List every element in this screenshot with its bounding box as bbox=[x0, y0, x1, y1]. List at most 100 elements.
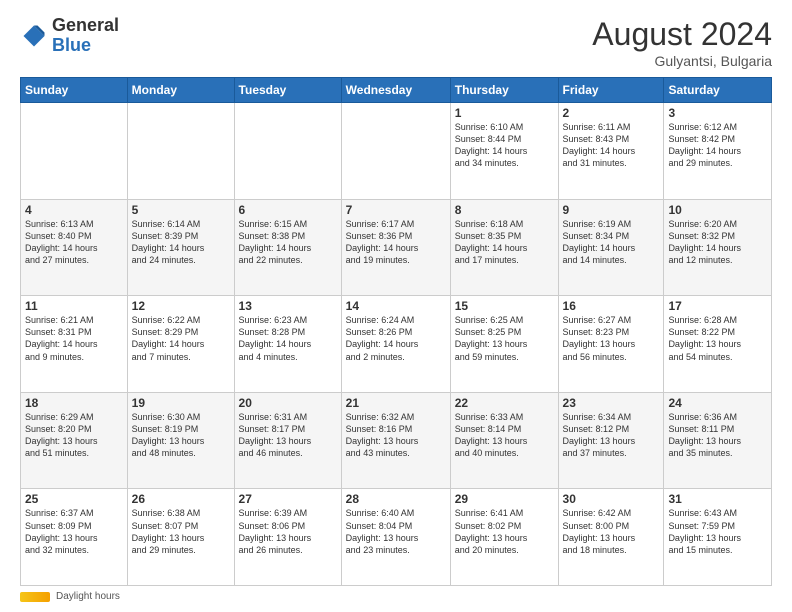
day-number: 28 bbox=[346, 492, 446, 506]
day-info: Sunrise: 6:34 AM Sunset: 8:12 PM Dayligh… bbox=[563, 411, 660, 460]
cal-cell: 17Sunrise: 6:28 AM Sunset: 8:22 PM Dayli… bbox=[664, 296, 772, 393]
day-number: 2 bbox=[563, 106, 660, 120]
logo-blue-text: Blue bbox=[52, 35, 91, 55]
day-number: 21 bbox=[346, 396, 446, 410]
footer-note: Daylight hours bbox=[20, 591, 772, 602]
day-number: 23 bbox=[563, 396, 660, 410]
day-info: Sunrise: 6:38 AM Sunset: 8:07 PM Dayligh… bbox=[132, 507, 230, 556]
day-number: 12 bbox=[132, 299, 230, 313]
day-number: 3 bbox=[668, 106, 767, 120]
day-number: 29 bbox=[455, 492, 554, 506]
day-info: Sunrise: 6:11 AM Sunset: 8:43 PM Dayligh… bbox=[563, 121, 660, 170]
day-info: Sunrise: 6:28 AM Sunset: 8:22 PM Dayligh… bbox=[668, 314, 767, 363]
daylight-bar-icon bbox=[20, 592, 50, 602]
day-number: 18 bbox=[25, 396, 123, 410]
cal-cell bbox=[127, 103, 234, 200]
cal-cell bbox=[341, 103, 450, 200]
cal-cell: 23Sunrise: 6:34 AM Sunset: 8:12 PM Dayli… bbox=[558, 392, 664, 489]
cal-cell: 13Sunrise: 6:23 AM Sunset: 8:28 PM Dayli… bbox=[234, 296, 341, 393]
calendar: SundayMondayTuesdayWednesdayThursdayFrid… bbox=[20, 77, 772, 586]
cal-cell: 24Sunrise: 6:36 AM Sunset: 8:11 PM Dayli… bbox=[664, 392, 772, 489]
day-info: Sunrise: 6:40 AM Sunset: 8:04 PM Dayligh… bbox=[346, 507, 446, 556]
day-header-friday: Friday bbox=[558, 78, 664, 103]
week-row-2: 4Sunrise: 6:13 AM Sunset: 8:40 PM Daylig… bbox=[21, 199, 772, 296]
day-info: Sunrise: 6:32 AM Sunset: 8:16 PM Dayligh… bbox=[346, 411, 446, 460]
day-number: 31 bbox=[668, 492, 767, 506]
week-row-5: 25Sunrise: 6:37 AM Sunset: 8:09 PM Dayli… bbox=[21, 489, 772, 586]
cal-cell: 2Sunrise: 6:11 AM Sunset: 8:43 PM Daylig… bbox=[558, 103, 664, 200]
day-number: 9 bbox=[563, 203, 660, 217]
logo-icon bbox=[20, 22, 48, 50]
cal-cell: 16Sunrise: 6:27 AM Sunset: 8:23 PM Dayli… bbox=[558, 296, 664, 393]
day-header-thursday: Thursday bbox=[450, 78, 558, 103]
cal-cell: 4Sunrise: 6:13 AM Sunset: 8:40 PM Daylig… bbox=[21, 199, 128, 296]
cal-cell: 14Sunrise: 6:24 AM Sunset: 8:26 PM Dayli… bbox=[341, 296, 450, 393]
day-info: Sunrise: 6:17 AM Sunset: 8:36 PM Dayligh… bbox=[346, 218, 446, 267]
logo-general-text: General bbox=[52, 15, 119, 35]
day-number: 30 bbox=[563, 492, 660, 506]
cal-cell: 26Sunrise: 6:38 AM Sunset: 8:07 PM Dayli… bbox=[127, 489, 234, 586]
day-number: 14 bbox=[346, 299, 446, 313]
day-info: Sunrise: 6:31 AM Sunset: 8:17 PM Dayligh… bbox=[239, 411, 337, 460]
cal-cell: 11Sunrise: 6:21 AM Sunset: 8:31 PM Dayli… bbox=[21, 296, 128, 393]
cal-cell: 7Sunrise: 6:17 AM Sunset: 8:36 PM Daylig… bbox=[341, 199, 450, 296]
location: Gulyantsi, Bulgaria bbox=[592, 53, 772, 69]
day-number: 22 bbox=[455, 396, 554, 410]
day-header-saturday: Saturday bbox=[664, 78, 772, 103]
cal-cell: 27Sunrise: 6:39 AM Sunset: 8:06 PM Dayli… bbox=[234, 489, 341, 586]
day-info: Sunrise: 6:29 AM Sunset: 8:20 PM Dayligh… bbox=[25, 411, 123, 460]
cal-cell: 22Sunrise: 6:33 AM Sunset: 8:14 PM Dayli… bbox=[450, 392, 558, 489]
cal-cell: 25Sunrise: 6:37 AM Sunset: 8:09 PM Dayli… bbox=[21, 489, 128, 586]
day-number: 10 bbox=[668, 203, 767, 217]
day-info: Sunrise: 6:27 AM Sunset: 8:23 PM Dayligh… bbox=[563, 314, 660, 363]
cal-cell bbox=[21, 103, 128, 200]
day-number: 11 bbox=[25, 299, 123, 313]
day-number: 7 bbox=[346, 203, 446, 217]
header: General Blue August 2024 Gulyantsi, Bulg… bbox=[20, 16, 772, 69]
cal-cell: 28Sunrise: 6:40 AM Sunset: 8:04 PM Dayli… bbox=[341, 489, 450, 586]
day-number: 26 bbox=[132, 492, 230, 506]
day-number: 1 bbox=[455, 106, 554, 120]
day-info: Sunrise: 6:18 AM Sunset: 8:35 PM Dayligh… bbox=[455, 218, 554, 267]
day-info: Sunrise: 6:36 AM Sunset: 8:11 PM Dayligh… bbox=[668, 411, 767, 460]
daylight-label: Daylight hours bbox=[56, 591, 120, 602]
page: General Blue August 2024 Gulyantsi, Bulg… bbox=[0, 0, 792, 612]
title-block: August 2024 Gulyantsi, Bulgaria bbox=[592, 16, 772, 69]
cal-cell: 20Sunrise: 6:31 AM Sunset: 8:17 PM Dayli… bbox=[234, 392, 341, 489]
day-number: 16 bbox=[563, 299, 660, 313]
day-number: 6 bbox=[239, 203, 337, 217]
day-number: 8 bbox=[455, 203, 554, 217]
day-number: 17 bbox=[668, 299, 767, 313]
day-number: 25 bbox=[25, 492, 123, 506]
cal-cell: 3Sunrise: 6:12 AM Sunset: 8:42 PM Daylig… bbox=[664, 103, 772, 200]
day-info: Sunrise: 6:14 AM Sunset: 8:39 PM Dayligh… bbox=[132, 218, 230, 267]
day-info: Sunrise: 6:43 AM Sunset: 7:59 PM Dayligh… bbox=[668, 507, 767, 556]
day-number: 15 bbox=[455, 299, 554, 313]
cal-cell: 12Sunrise: 6:22 AM Sunset: 8:29 PM Dayli… bbox=[127, 296, 234, 393]
cal-cell: 8Sunrise: 6:18 AM Sunset: 8:35 PM Daylig… bbox=[450, 199, 558, 296]
day-info: Sunrise: 6:22 AM Sunset: 8:29 PM Dayligh… bbox=[132, 314, 230, 363]
day-info: Sunrise: 6:10 AM Sunset: 8:44 PM Dayligh… bbox=[455, 121, 554, 170]
day-info: Sunrise: 6:25 AM Sunset: 8:25 PM Dayligh… bbox=[455, 314, 554, 363]
week-row-3: 11Sunrise: 6:21 AM Sunset: 8:31 PM Dayli… bbox=[21, 296, 772, 393]
day-info: Sunrise: 6:19 AM Sunset: 8:34 PM Dayligh… bbox=[563, 218, 660, 267]
day-info: Sunrise: 6:30 AM Sunset: 8:19 PM Dayligh… bbox=[132, 411, 230, 460]
day-info: Sunrise: 6:23 AM Sunset: 8:28 PM Dayligh… bbox=[239, 314, 337, 363]
cal-cell: 19Sunrise: 6:30 AM Sunset: 8:19 PM Dayli… bbox=[127, 392, 234, 489]
cal-cell: 5Sunrise: 6:14 AM Sunset: 8:39 PM Daylig… bbox=[127, 199, 234, 296]
day-info: Sunrise: 6:15 AM Sunset: 8:38 PM Dayligh… bbox=[239, 218, 337, 267]
day-info: Sunrise: 6:37 AM Sunset: 8:09 PM Dayligh… bbox=[25, 507, 123, 556]
calendar-table: SundayMondayTuesdayWednesdayThursdayFrid… bbox=[20, 77, 772, 586]
day-number: 5 bbox=[132, 203, 230, 217]
week-row-4: 18Sunrise: 6:29 AM Sunset: 8:20 PM Dayli… bbox=[21, 392, 772, 489]
calendar-header-row: SundayMondayTuesdayWednesdayThursdayFrid… bbox=[21, 78, 772, 103]
cal-cell: 15Sunrise: 6:25 AM Sunset: 8:25 PM Dayli… bbox=[450, 296, 558, 393]
day-info: Sunrise: 6:42 AM Sunset: 8:00 PM Dayligh… bbox=[563, 507, 660, 556]
day-number: 13 bbox=[239, 299, 337, 313]
day-info: Sunrise: 6:20 AM Sunset: 8:32 PM Dayligh… bbox=[668, 218, 767, 267]
day-info: Sunrise: 6:39 AM Sunset: 8:06 PM Dayligh… bbox=[239, 507, 337, 556]
day-info: Sunrise: 6:21 AM Sunset: 8:31 PM Dayligh… bbox=[25, 314, 123, 363]
day-number: 19 bbox=[132, 396, 230, 410]
day-info: Sunrise: 6:12 AM Sunset: 8:42 PM Dayligh… bbox=[668, 121, 767, 170]
day-info: Sunrise: 6:24 AM Sunset: 8:26 PM Dayligh… bbox=[346, 314, 446, 363]
